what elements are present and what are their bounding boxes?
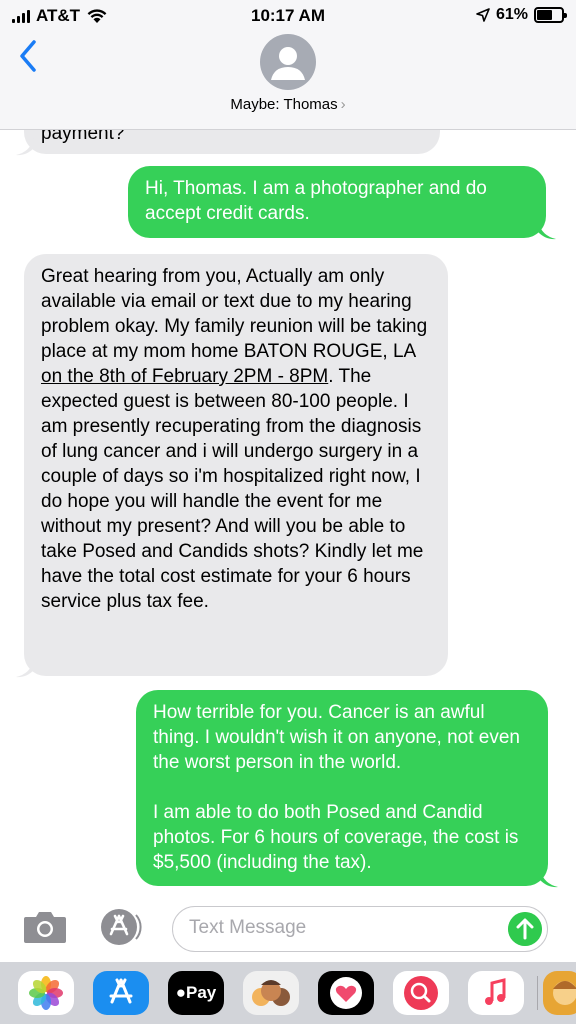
battery-percentage: 61%: [495, 6, 528, 23]
contact-avatar[interactable]: [260, 34, 316, 90]
camera-icon[interactable]: [22, 909, 68, 945]
date-link[interactable]: on the 8th of February 2PM - 8PM: [41, 366, 328, 387]
message-input-field[interactable]: [172, 906, 548, 952]
message-composer: [0, 895, 576, 965]
web-images-app-icon[interactable]: [393, 971, 449, 1015]
message-paragraph: I am able to do both Posed and Candid ph…: [153, 802, 519, 873]
app-drawer: ●Pay: [0, 962, 576, 1024]
bubble-tail: [16, 660, 34, 678]
outgoing-message-bubble[interactable]: Hi, Thomas. I am a photographer and do a…: [128, 166, 546, 238]
message-text: Great hearing from you, Actually am only…: [41, 266, 428, 362]
bubble-tail: [16, 138, 34, 156]
message-input[interactable]: [189, 907, 509, 949]
apple-logo-icon: ●: [175, 983, 187, 1002]
apple-pay-label: Pay: [186, 983, 217, 1002]
music-app-icon[interactable]: [468, 971, 524, 1015]
message-paragraph: How terrible for you. Cancer is an awful…: [153, 702, 520, 773]
drawer-separator: [537, 976, 538, 1010]
person-icon: [271, 47, 305, 80]
incoming-message-bubble[interactable]: Great hearing from you, Actually am only…: [24, 254, 448, 676]
send-arrow-icon[interactable]: [508, 912, 542, 946]
app-store-icon[interactable]: [96, 907, 146, 947]
location-arrow-icon: [476, 8, 490, 22]
message-thread[interactable]: payment? Hi, Thomas. I am a photographer…: [0, 0, 576, 895]
status-bar: AT&T 10:17 AM 61%: [0, 0, 576, 34]
conversation-header: AT&T 10:17 AM 61% Maybe: Thomas ›: [0, 0, 576, 130]
outgoing-message-bubble[interactable]: How terrible for you. Cancer is an awful…: [136, 690, 548, 886]
chevron-right-icon: ›: [340, 96, 346, 113]
digital-touch-app-icon[interactable]: [318, 971, 374, 1015]
apple-pay-app-icon[interactable]: ●Pay: [168, 971, 224, 1015]
contact-name-button[interactable]: Maybe: Thomas ›: [0, 96, 576, 113]
photos-app-icon[interactable]: [18, 971, 74, 1015]
bubble-tail: [538, 222, 556, 240]
contact-name: Maybe: Thomas: [230, 96, 338, 113]
animoji-app-icon[interactable]: [543, 971, 576, 1015]
app-store-app-icon[interactable]: [93, 971, 149, 1015]
memoji-app-icon[interactable]: [243, 971, 299, 1015]
message-text: . The expected guest is between 80-100 p…: [41, 366, 424, 612]
bubble-tail: [540, 870, 558, 888]
chevron-left-icon[interactable]: [14, 38, 44, 74]
message-text: Hi, Thomas. I am a photographer and do a…: [145, 178, 487, 224]
battery-icon: [534, 7, 567, 23]
